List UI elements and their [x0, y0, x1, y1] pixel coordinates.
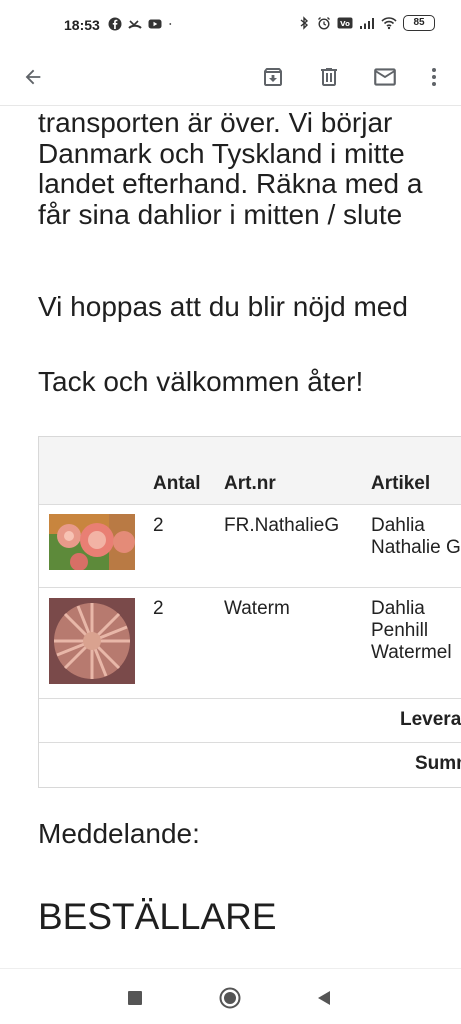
message-heading: Meddelande: — [38, 818, 200, 849]
more-vert-icon — [432, 68, 436, 86]
volte-icon: Vo — [337, 17, 353, 29]
battery-icon: 85 — [403, 15, 435, 31]
order-table: Antal Art.nr Artikel 2 FR.NathalieG Dahl… — [38, 436, 461, 788]
artikel-line: Penhill — [371, 620, 429, 641]
archive-button[interactable] — [254, 58, 292, 96]
status-time: 18:53 — [64, 17, 100, 33]
artikel-line: Dahlia — [371, 515, 425, 536]
text-line: får sina dahlior i mitten / slute — [38, 198, 403, 230]
more-options-button[interactable] — [415, 58, 453, 96]
table-row: 2 Waterm Dahlia Penhill Watermel — [39, 588, 461, 699]
nav-back-button[interactable] — [309, 983, 339, 1013]
recents-icon — [128, 991, 142, 1005]
product-image-nathalie-g — [49, 514, 135, 570]
mark-unread-button[interactable] — [366, 58, 404, 96]
text-line: Danmark och Tyskland i mitte — [38, 137, 405, 169]
cell-artikel: Dahlia Penhill Watermel — [371, 598, 452, 664]
table-row: 2 FR.NathalieG Dahlia Nathalie G — [39, 505, 461, 588]
signal-icon — [360, 18, 374, 29]
recents-button[interactable] — [120, 983, 150, 1013]
summary-row-summa: Summa — [39, 743, 461, 787]
text-line: landet efterhand. Räkna med a — [38, 168, 423, 199]
artikel-line: Watermel — [371, 642, 452, 663]
status-bar: 18:53 Vo 85 — [0, 0, 461, 50]
header-antal: Antal — [153, 473, 201, 494]
text-line: transporten är över. Vi börjar — [38, 107, 393, 138]
email-body: transporten är över. Vi börjar Danmark o… — [0, 106, 461, 966]
paragraph-shipping-info: transporten är över. Vi börjar Danmark o… — [38, 107, 423, 230]
summary-row-leverans: Leverans — [39, 699, 461, 743]
delete-icon — [321, 68, 337, 86]
cell-artikel: Dahlia Nathalie G — [371, 515, 461, 559]
archive-icon — [264, 68, 282, 86]
artikel-line: Dahlia — [371, 598, 425, 619]
paragraph-hope-satisfied: Vi hoppas att du blir nöjd med — [38, 291, 408, 322]
orderer-heading: BESTÄLLARE — [38, 896, 277, 937]
product-image-penhill-watermelon — [49, 598, 135, 684]
header-artikel: Artikel — [371, 473, 431, 494]
status-right-icons: Vo 85 — [297, 15, 435, 31]
cell-antal: 2 — [153, 598, 164, 619]
home-button[interactable] — [215, 983, 245, 1013]
bluetooth-icon — [300, 16, 309, 30]
system-nav-bar — [0, 968, 461, 1024]
home-icon — [219, 987, 241, 1009]
svg-text:Vo: Vo — [340, 20, 350, 28]
header-artnr: Art.nr — [224, 473, 276, 494]
wifi-icon — [381, 17, 397, 30]
app-bar — [0, 48, 461, 106]
missed-call-icon — [128, 20, 142, 29]
cell-antal: 2 — [153, 515, 164, 536]
summary-label: Summa — [415, 753, 461, 774]
cell-artnr: FR.NathalieG — [224, 515, 340, 536]
alarm-icon — [318, 17, 330, 30]
youtube-icon — [148, 19, 162, 29]
dot-icon — [169, 23, 172, 25]
back-button[interactable] — [14, 58, 52, 96]
paragraph-thanks: Tack och välkommen åter! — [38, 366, 364, 397]
back-arrow-icon — [25, 69, 41, 85]
status-left-icons — [108, 17, 176, 31]
table-header-row: Antal Art.nr Artikel — [39, 437, 461, 505]
cell-artnr: Waterm — [224, 598, 290, 619]
artikel-line: Nathalie G — [371, 537, 461, 558]
back-icon — [318, 991, 330, 1005]
mail-icon — [374, 68, 396, 86]
facebook-icon — [108, 17, 122, 31]
summary-label: Leverans — [400, 709, 461, 730]
delete-button[interactable] — [310, 58, 348, 96]
